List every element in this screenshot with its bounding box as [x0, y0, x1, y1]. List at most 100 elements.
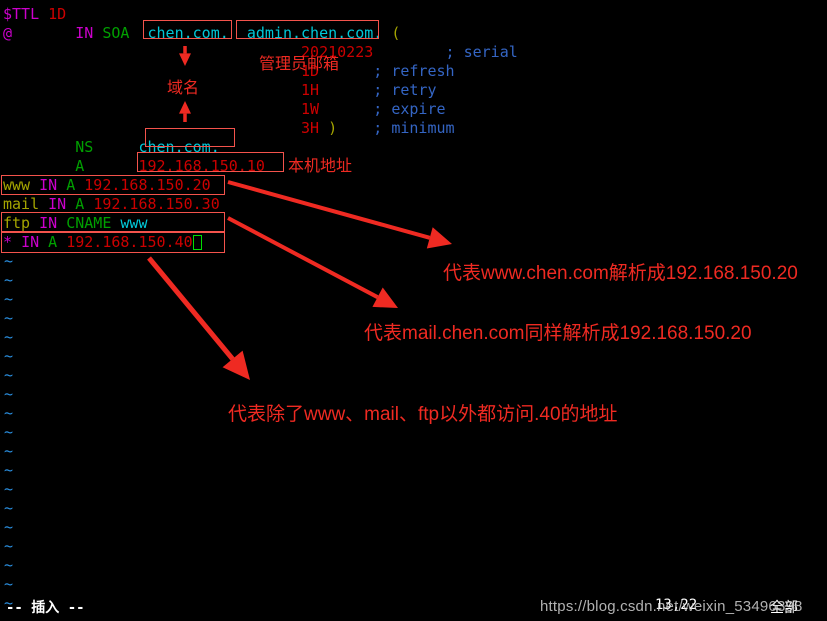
empty-line-tilde: ~	[4, 575, 14, 593]
line-2-token-9	[382, 24, 391, 42]
line-7-token-3: )	[328, 119, 338, 137]
line-9-token-3: 192.168.150.10	[138, 157, 265, 175]
line-8-token-2	[93, 138, 138, 156]
line-2-token-5	[129, 24, 147, 42]
line-13-token-4: A	[48, 233, 58, 251]
editor-text-area[interactable]: $TTL 1D @ IN SOA chen.com. admin.chen.com…	[0, 0, 827, 621]
text-cursor	[192, 235, 202, 250]
line-10-token-6: 192.168.150.20	[84, 176, 211, 194]
zone-file-line-5[interactable]: 1H ; retry	[3, 81, 436, 100]
line-2-token-8: admin.chen.com.	[246, 24, 383, 42]
line-6-token-0	[3, 100, 301, 118]
line-2-token-0: @	[3, 24, 13, 42]
line-4-token-1: 1D	[301, 62, 320, 80]
line-7-token-4	[337, 119, 373, 137]
line-6-token-3: ; expire	[373, 100, 446, 118]
zone-file-line-7[interactable]: 3H ) ; minimum	[3, 119, 455, 138]
empty-line-tilde: ~	[4, 556, 14, 574]
line-3-token-0	[3, 43, 301, 61]
line-8-token-0	[3, 138, 75, 156]
line-8-token-3: chen.com.	[138, 138, 220, 156]
empty-line-tilde: ~	[4, 499, 14, 517]
vim-mode-indicator: -- 插入 --	[6, 600, 85, 616]
empty-line-tilde: ~	[4, 423, 14, 441]
line-5-token-1: 1H	[301, 81, 320, 99]
zone-file-line-1[interactable]: $TTL 1D	[3, 5, 66, 24]
empty-line-tilde: ~	[4, 290, 14, 308]
line-13-token-3	[39, 233, 48, 251]
line-11-token-5	[84, 195, 93, 213]
line-2-token-6: chen.com.	[147, 24, 229, 42]
line-9-token-0	[3, 157, 75, 175]
line-1-token-0: $TTL	[3, 5, 49, 23]
line-3-token-1: 20210223	[301, 43, 374, 61]
line-13-token-1	[12, 233, 21, 251]
line-12-token-1	[30, 214, 39, 232]
line-9-token-2	[84, 157, 138, 175]
line-10-token-2: IN	[39, 176, 58, 194]
zone-file-line-12[interactable]: ftp IN CNAME www	[3, 214, 148, 233]
line-6-token-2	[319, 100, 373, 118]
empty-line-tilde: ~	[4, 271, 14, 289]
line-7-token-1: 3H	[301, 119, 320, 137]
line-12-token-4: CNAME	[66, 214, 112, 232]
line-6-token-1: 1W	[301, 100, 320, 118]
line-13-token-5	[57, 233, 66, 251]
line-12-token-2: IN	[39, 214, 58, 232]
empty-line-tilde: ~	[4, 385, 14, 403]
blog-watermark: https://blog.csdn.net/weixin_53496398	[540, 598, 803, 615]
line-5-token-3: ; retry	[373, 81, 437, 99]
line-2-token-2: IN	[75, 24, 94, 42]
line-11-token-1	[39, 195, 48, 213]
zone-file-line-11[interactable]: mail IN A 192.168.150.30	[3, 195, 220, 214]
empty-line-tilde: ~	[4, 537, 14, 555]
line-2-token-7	[229, 24, 247, 42]
zone-file-line-10[interactable]: www IN A 192.168.150.20	[3, 176, 211, 195]
line-12-token-6: www	[120, 214, 148, 232]
line-10-token-0: www	[3, 176, 31, 194]
empty-line-tilde: ~	[4, 480, 14, 498]
line-11-token-4: A	[75, 195, 85, 213]
line-11-token-3	[66, 195, 75, 213]
line-3-token-3: ; serial	[445, 43, 518, 61]
empty-line-tilde: ~	[4, 461, 14, 479]
line-8-token-1: NS	[75, 138, 94, 156]
zone-file-line-8[interactable]: NS chen.com.	[3, 138, 220, 157]
line-13-token-0: *	[3, 233, 13, 251]
zone-file-line-6[interactable]: 1W ; expire	[3, 100, 446, 119]
line-4-token-0	[3, 62, 301, 80]
line-11-token-2: IN	[48, 195, 67, 213]
line-11-token-0: mail	[3, 195, 40, 213]
line-1-token-1: 1D	[48, 5, 67, 23]
line-3-token-2	[373, 43, 445, 61]
line-7-token-0	[3, 119, 301, 137]
line-10-token-3	[57, 176, 66, 194]
empty-line-tilde: ~	[4, 518, 14, 536]
line-4-token-3: ; refresh	[373, 62, 455, 80]
empty-line-tilde: ~	[4, 347, 14, 365]
empty-line-tilde: ~	[4, 328, 14, 346]
empty-line-tilde: ~	[4, 366, 14, 384]
line-5-token-0	[3, 81, 301, 99]
zone-file-line-3[interactable]: 20210223 ; serial	[3, 43, 518, 62]
zone-file-line-9[interactable]: A 192.168.150.10	[3, 157, 265, 176]
empty-line-tilde: ~	[4, 252, 14, 270]
zone-file-line-4[interactable]: 1D ; refresh	[3, 62, 455, 81]
empty-line-tilde: ~	[4, 309, 14, 327]
line-12-token-0: ftp	[3, 214, 31, 232]
line-10-token-5	[75, 176, 84, 194]
line-5-token-2	[319, 81, 373, 99]
empty-line-tilde: ~	[4, 442, 14, 460]
zone-file-line-2[interactable]: @ IN SOA chen.com. admin.chen.com. (	[3, 24, 400, 43]
line-13-token-6: 192.168.150.40	[66, 233, 193, 251]
line-9-token-1: A	[75, 157, 85, 175]
line-10-token-4: A	[66, 176, 76, 194]
line-10-token-1	[30, 176, 39, 194]
zone-file-line-13[interactable]: * IN A 192.168.150.40	[3, 233, 202, 252]
line-7-token-5: ; minimum	[373, 119, 455, 137]
line-11-token-6: 192.168.150.30	[93, 195, 220, 213]
line-2-token-10: (	[391, 24, 401, 42]
line-2-token-4: SOA	[102, 24, 130, 42]
line-4-token-2	[319, 62, 373, 80]
line-13-token-2: IN	[21, 233, 40, 251]
